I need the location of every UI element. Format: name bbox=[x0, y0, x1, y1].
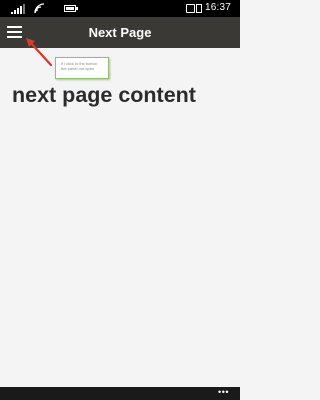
sim-icon bbox=[196, 4, 202, 13]
app-bar-bottom: ••• bbox=[0, 387, 240, 400]
status-bar: 16:37 bbox=[0, 0, 240, 17]
notification-icon bbox=[186, 4, 195, 13]
battery-icon bbox=[64, 5, 78, 12]
wifi-icon bbox=[34, 3, 45, 14]
content-heading: next page content bbox=[12, 83, 196, 107]
more-options-icon[interactable]: ••• bbox=[218, 387, 229, 397]
status-time: 16:37 bbox=[205, 2, 232, 13]
phone-screen: 16:37 Next Page if i click in the button… bbox=[0, 0, 240, 400]
annotation-arrow-icon bbox=[26, 38, 53, 67]
signal-icon bbox=[11, 4, 25, 14]
annotation-line-2: the panel not open bbox=[61, 66, 95, 71]
annotation-note: if i click in the button the panel not o… bbox=[55, 57, 109, 79]
